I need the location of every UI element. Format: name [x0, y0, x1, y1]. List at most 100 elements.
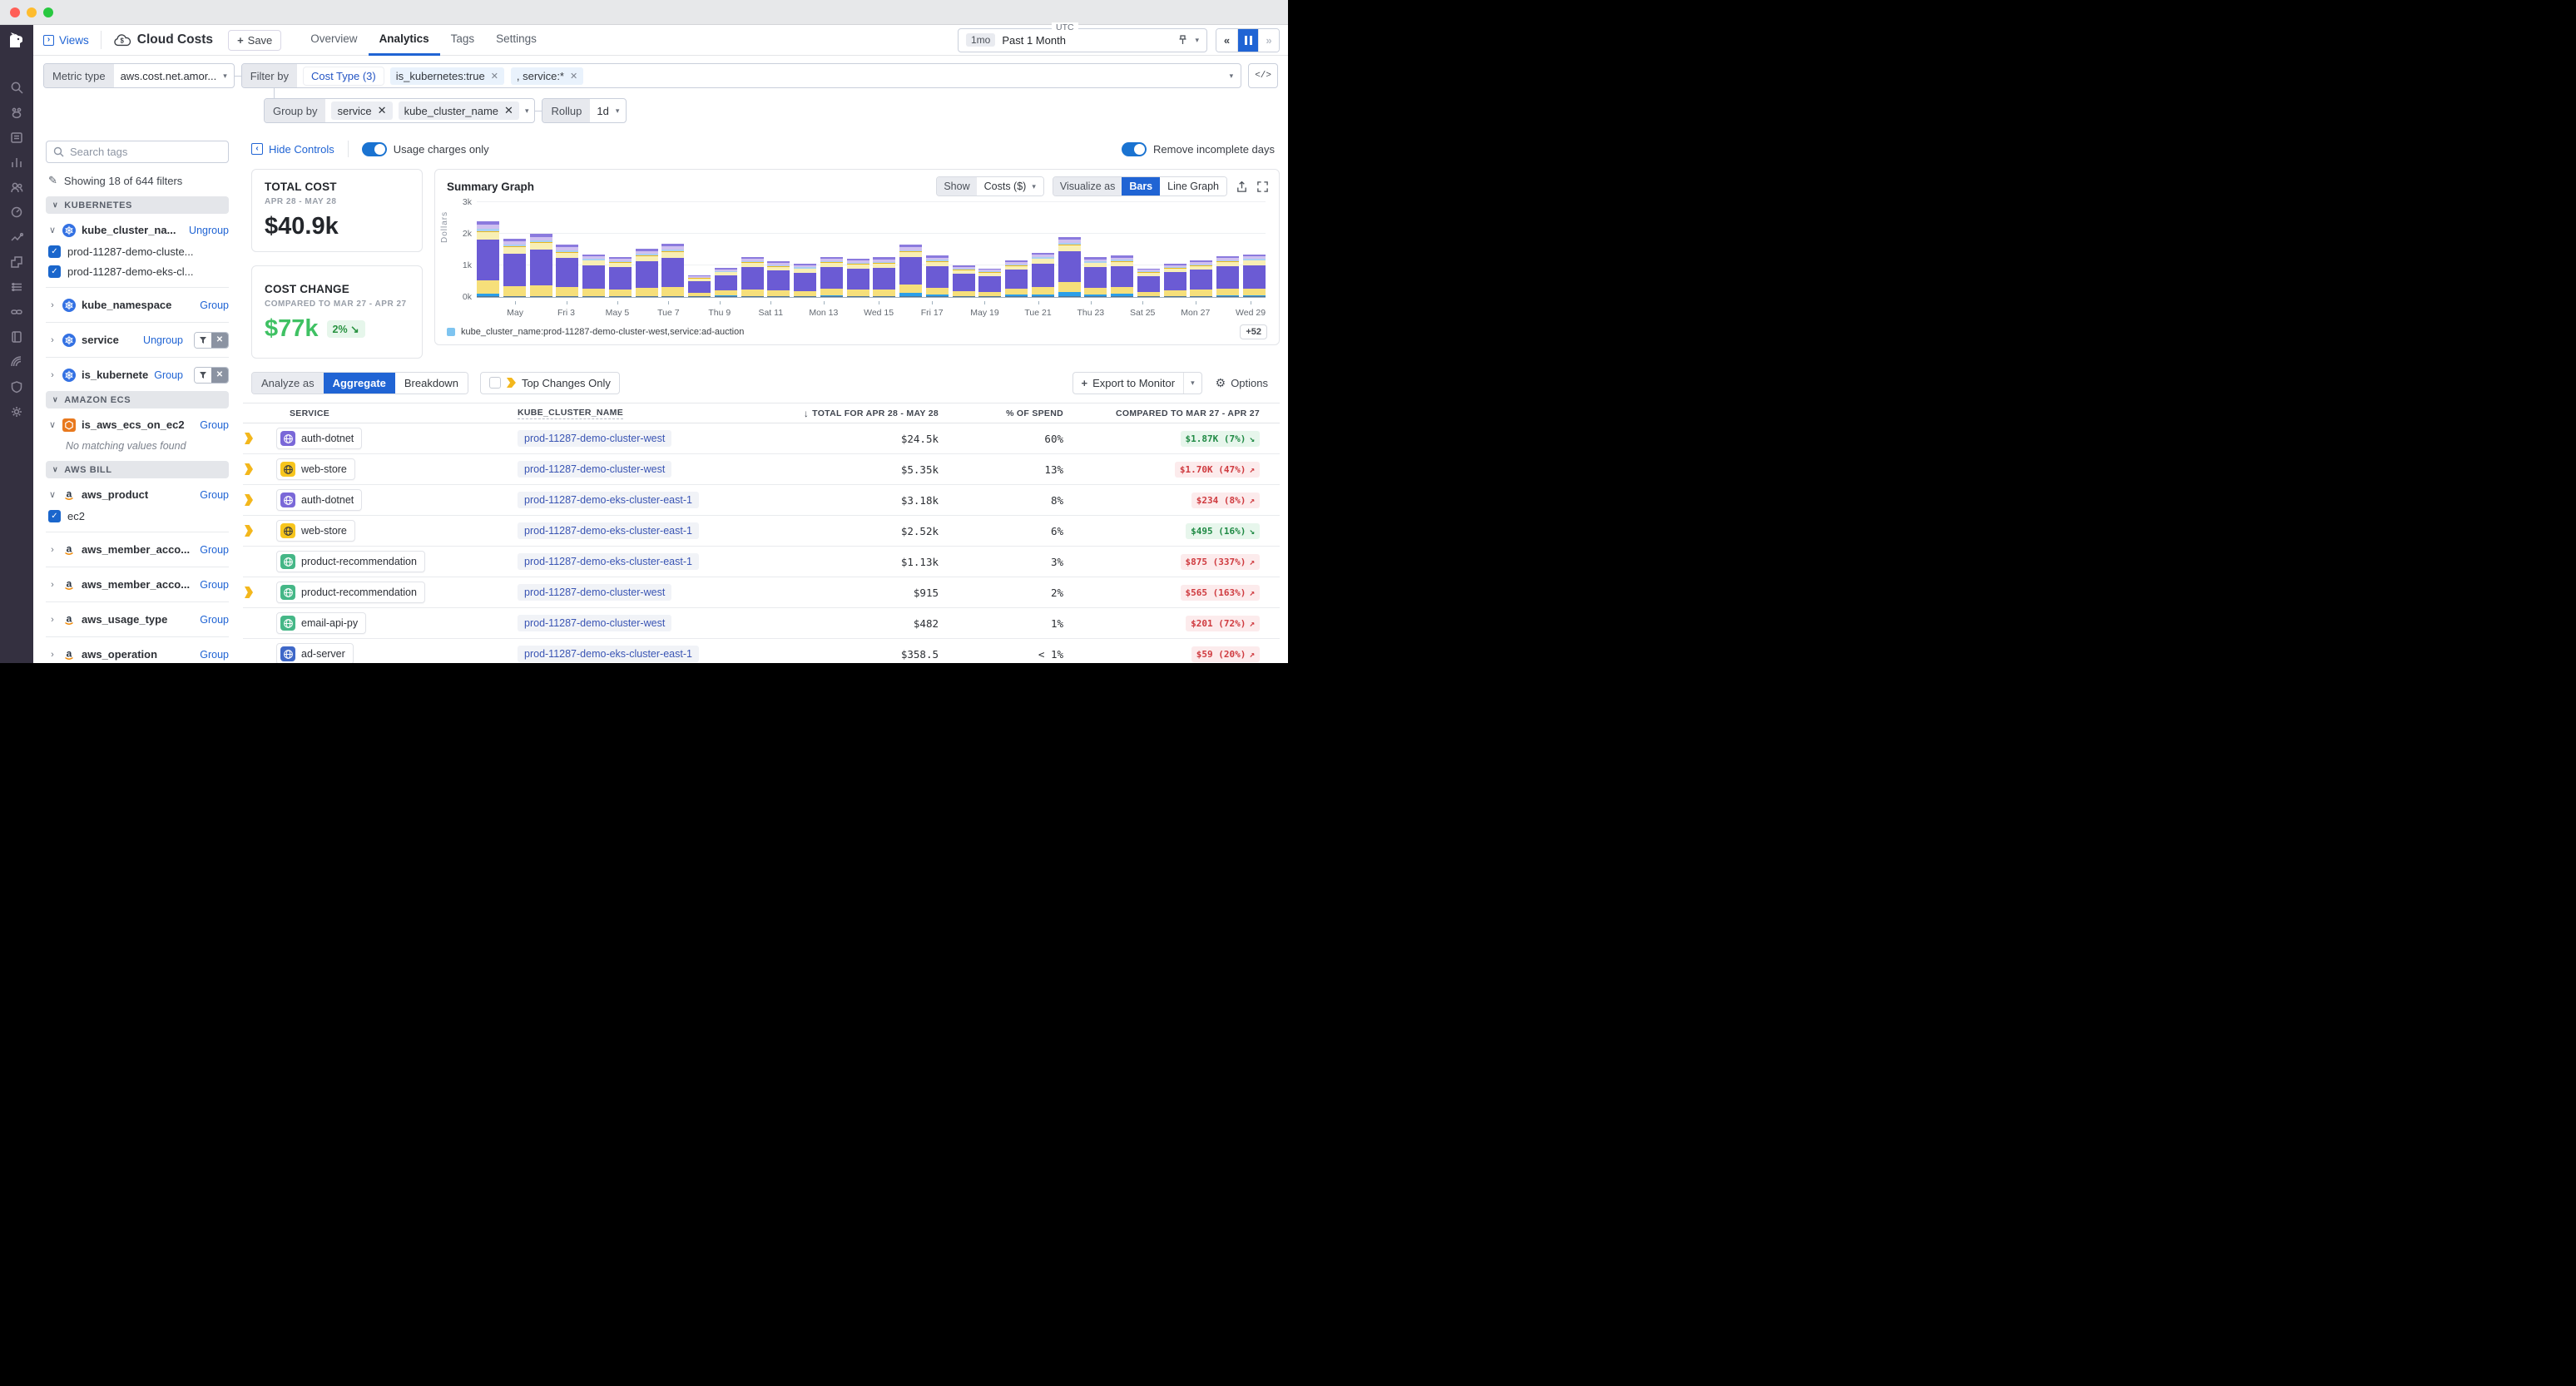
service-pill[interactable]: auth-dotnet [276, 489, 362, 511]
column-header-spend[interactable]: % OF SPEND [939, 408, 1063, 418]
pause-button[interactable] [1237, 29, 1258, 52]
service-pill[interactable]: ad-server [276, 643, 354, 665]
remove-incomplete-days-toggle[interactable] [1122, 142, 1147, 156]
chart-bar[interactable] [741, 257, 764, 297]
export-graph-icon[interactable] [1236, 181, 1248, 193]
chevron-expanded-icon[interactable]: ∨ [48, 419, 57, 430]
table-row[interactable]: product-recommendation prod-11287-demo-ek… [243, 547, 1280, 577]
time-forward-button[interactable]: » [1258, 29, 1279, 52]
save-button[interactable]: + Save [228, 30, 281, 51]
filter-chip[interactable]: , service:*✕ [511, 67, 583, 85]
chart-bar[interactable] [477, 221, 499, 297]
filter-icon[interactable] [195, 368, 211, 383]
group-by-select[interactable]: Group by service✕ kube_cluster_name✕ ▾ [264, 98, 535, 123]
group-link[interactable]: Group [200, 614, 229, 626]
usage-charges-toggle[interactable] [362, 142, 387, 156]
top-changes-only-checkbox[interactable]: Top Changes Only [480, 372, 620, 394]
chart-bar[interactable] [873, 257, 895, 297]
tab-overview[interactable]: Overview [300, 25, 368, 56]
table-row[interactable]: auth-dotnetprod-11287-demo-eks-cluster-e… [243, 485, 1280, 516]
nav-apm-icon[interactable] [10, 205, 24, 219]
tab-settings[interactable]: Settings [485, 25, 547, 56]
service-pill[interactable]: product-recommendation [276, 551, 425, 572]
chart-bar[interactable] [661, 244, 684, 297]
service-pill[interactable]: email-api-py [276, 612, 366, 634]
legend-more-badge[interactable]: +52 [1240, 324, 1267, 339]
group-link[interactable]: Group [154, 369, 183, 381]
change-badge[interactable]: $565 (163%)↗ [1181, 585, 1260, 601]
pencil-icon[interactable]: ✎ [48, 174, 57, 187]
time-range-picker[interactable]: UTC 1mo Past 1 Month ▾ [958, 28, 1207, 52]
pin-icon[interactable] [1177, 34, 1188, 46]
table-row[interactable]: product-recommendationprod-11287-demo-cl… [243, 577, 1280, 608]
cluster-link[interactable]: prod-11287-demo-eks-cluster-east-1 [518, 522, 699, 539]
visualize-bars-button[interactable]: Bars [1122, 177, 1160, 196]
chevron-collapsed-icon[interactable]: › [48, 580, 57, 590]
nav-watchdog-icon[interactable] [10, 105, 24, 119]
table-row[interactable]: web-storeprod-11287-demo-cluster-west$5.… [243, 454, 1280, 485]
chevron-collapsed-icon[interactable]: › [48, 615, 57, 625]
minimize-window-button[interactable] [27, 7, 37, 17]
filter-bar[interactable]: Filter by Cost Type (3) is_kubernetes:tr… [241, 63, 1241, 88]
remove-filter-icon[interactable]: ✕ [211, 333, 228, 348]
chevron-collapsed-icon[interactable]: › [48, 335, 57, 345]
chart-bar[interactable] [1190, 260, 1212, 297]
group-link[interactable]: Group [200, 544, 229, 556]
column-header-total[interactable]: ↓TOTAL FOR APR 28 - MAY 28 [780, 408, 939, 419]
chevron-collapsed-icon[interactable]: › [48, 370, 57, 380]
chevron-expanded-icon[interactable]: ∨ [48, 225, 57, 235]
nav-logs-icon[interactable] [10, 130, 24, 144]
tab-analytics[interactable]: Analytics [369, 25, 440, 56]
cluster-link[interactable]: prod-11287-demo-cluster-west [518, 615, 671, 631]
remove-filter-icon[interactable]: ✕ [570, 71, 577, 82]
cluster-link[interactable]: prod-11287-demo-eks-cluster-east-1 [518, 553, 699, 570]
table-row[interactable]: auth-dotnetprod-11287-demo-cluster-west$… [243, 423, 1280, 454]
column-header-cluster[interactable]: KUBE_CLUSTER_NAME [506, 408, 780, 419]
chevron-collapsed-icon[interactable]: › [48, 545, 57, 555]
change-badge[interactable]: $59 (20%)↗ [1191, 646, 1260, 662]
column-header-service[interactable]: SERVICE [256, 408, 506, 418]
visualize-line-button[interactable]: Line Graph [1160, 177, 1226, 196]
remove-group-icon[interactable]: ✕ [504, 104, 513, 117]
ungroup-link[interactable]: Ungroup [143, 334, 183, 346]
chart-bar[interactable] [794, 264, 816, 297]
checkbox-checked[interactable]: ✓ [48, 510, 61, 522]
filter-icon[interactable] [195, 333, 211, 348]
rollup-select[interactable]: Rollup 1d▾ [542, 98, 627, 123]
chart-bar[interactable] [1005, 260, 1028, 297]
nav-metrics-icon[interactable] [10, 155, 24, 169]
group-link[interactable]: Group [200, 299, 229, 311]
chart-bar[interactable] [556, 245, 578, 297]
export-dropdown-button[interactable]: ▾ [1183, 373, 1201, 394]
show-value-dropdown[interactable]: Costs ($)▾ [977, 177, 1043, 196]
chevron-expanded-icon[interactable]: ∨ [48, 489, 57, 500]
chart-bar[interactable] [582, 255, 605, 297]
hide-controls-button[interactable]: ‹ Hide Controls [251, 143, 334, 156]
chart-bar[interactable] [1058, 237, 1081, 297]
nav-infrastructure-icon[interactable] [10, 280, 24, 294]
remove-filter-icon[interactable]: ✕ [491, 71, 498, 82]
remove-group-icon[interactable]: ✕ [378, 104, 387, 117]
chart-bar[interactable] [715, 268, 737, 297]
change-badge[interactable]: $1.87K (7%)↘ [1181, 431, 1260, 447]
search-tags-box[interactable] [46, 141, 229, 163]
zoom-window-button[interactable] [43, 7, 53, 17]
views-button[interactable]: › Views [43, 34, 89, 47]
chart-bar[interactable] [767, 261, 790, 297]
service-pill[interactable]: auth-dotnet [276, 428, 362, 449]
group-link[interactable]: Group [200, 489, 229, 501]
sidebar-section-header[interactable]: ∨AWS BILL [46, 461, 229, 478]
chart-bar[interactable] [636, 249, 658, 297]
checkbox-unchecked[interactable] [489, 377, 501, 389]
change-badge[interactable]: $495 (16%)↘ [1186, 523, 1260, 539]
nav-network-icon[interactable] [10, 304, 24, 319]
export-to-monitor-main[interactable]: + Export to Monitor [1073, 373, 1184, 394]
checkbox-checked[interactable]: ✓ [48, 265, 61, 278]
chart-bar[interactable] [1164, 264, 1186, 297]
ungroup-link[interactable]: Ungroup [189, 225, 229, 236]
nav-monitors-icon[interactable] [10, 354, 24, 369]
chevron-down-icon[interactable]: ▾ [1195, 36, 1199, 45]
chart-bar[interactable] [530, 234, 552, 297]
chart-bar[interactable] [953, 265, 975, 297]
nav-notebooks-icon[interactable] [10, 329, 24, 344]
